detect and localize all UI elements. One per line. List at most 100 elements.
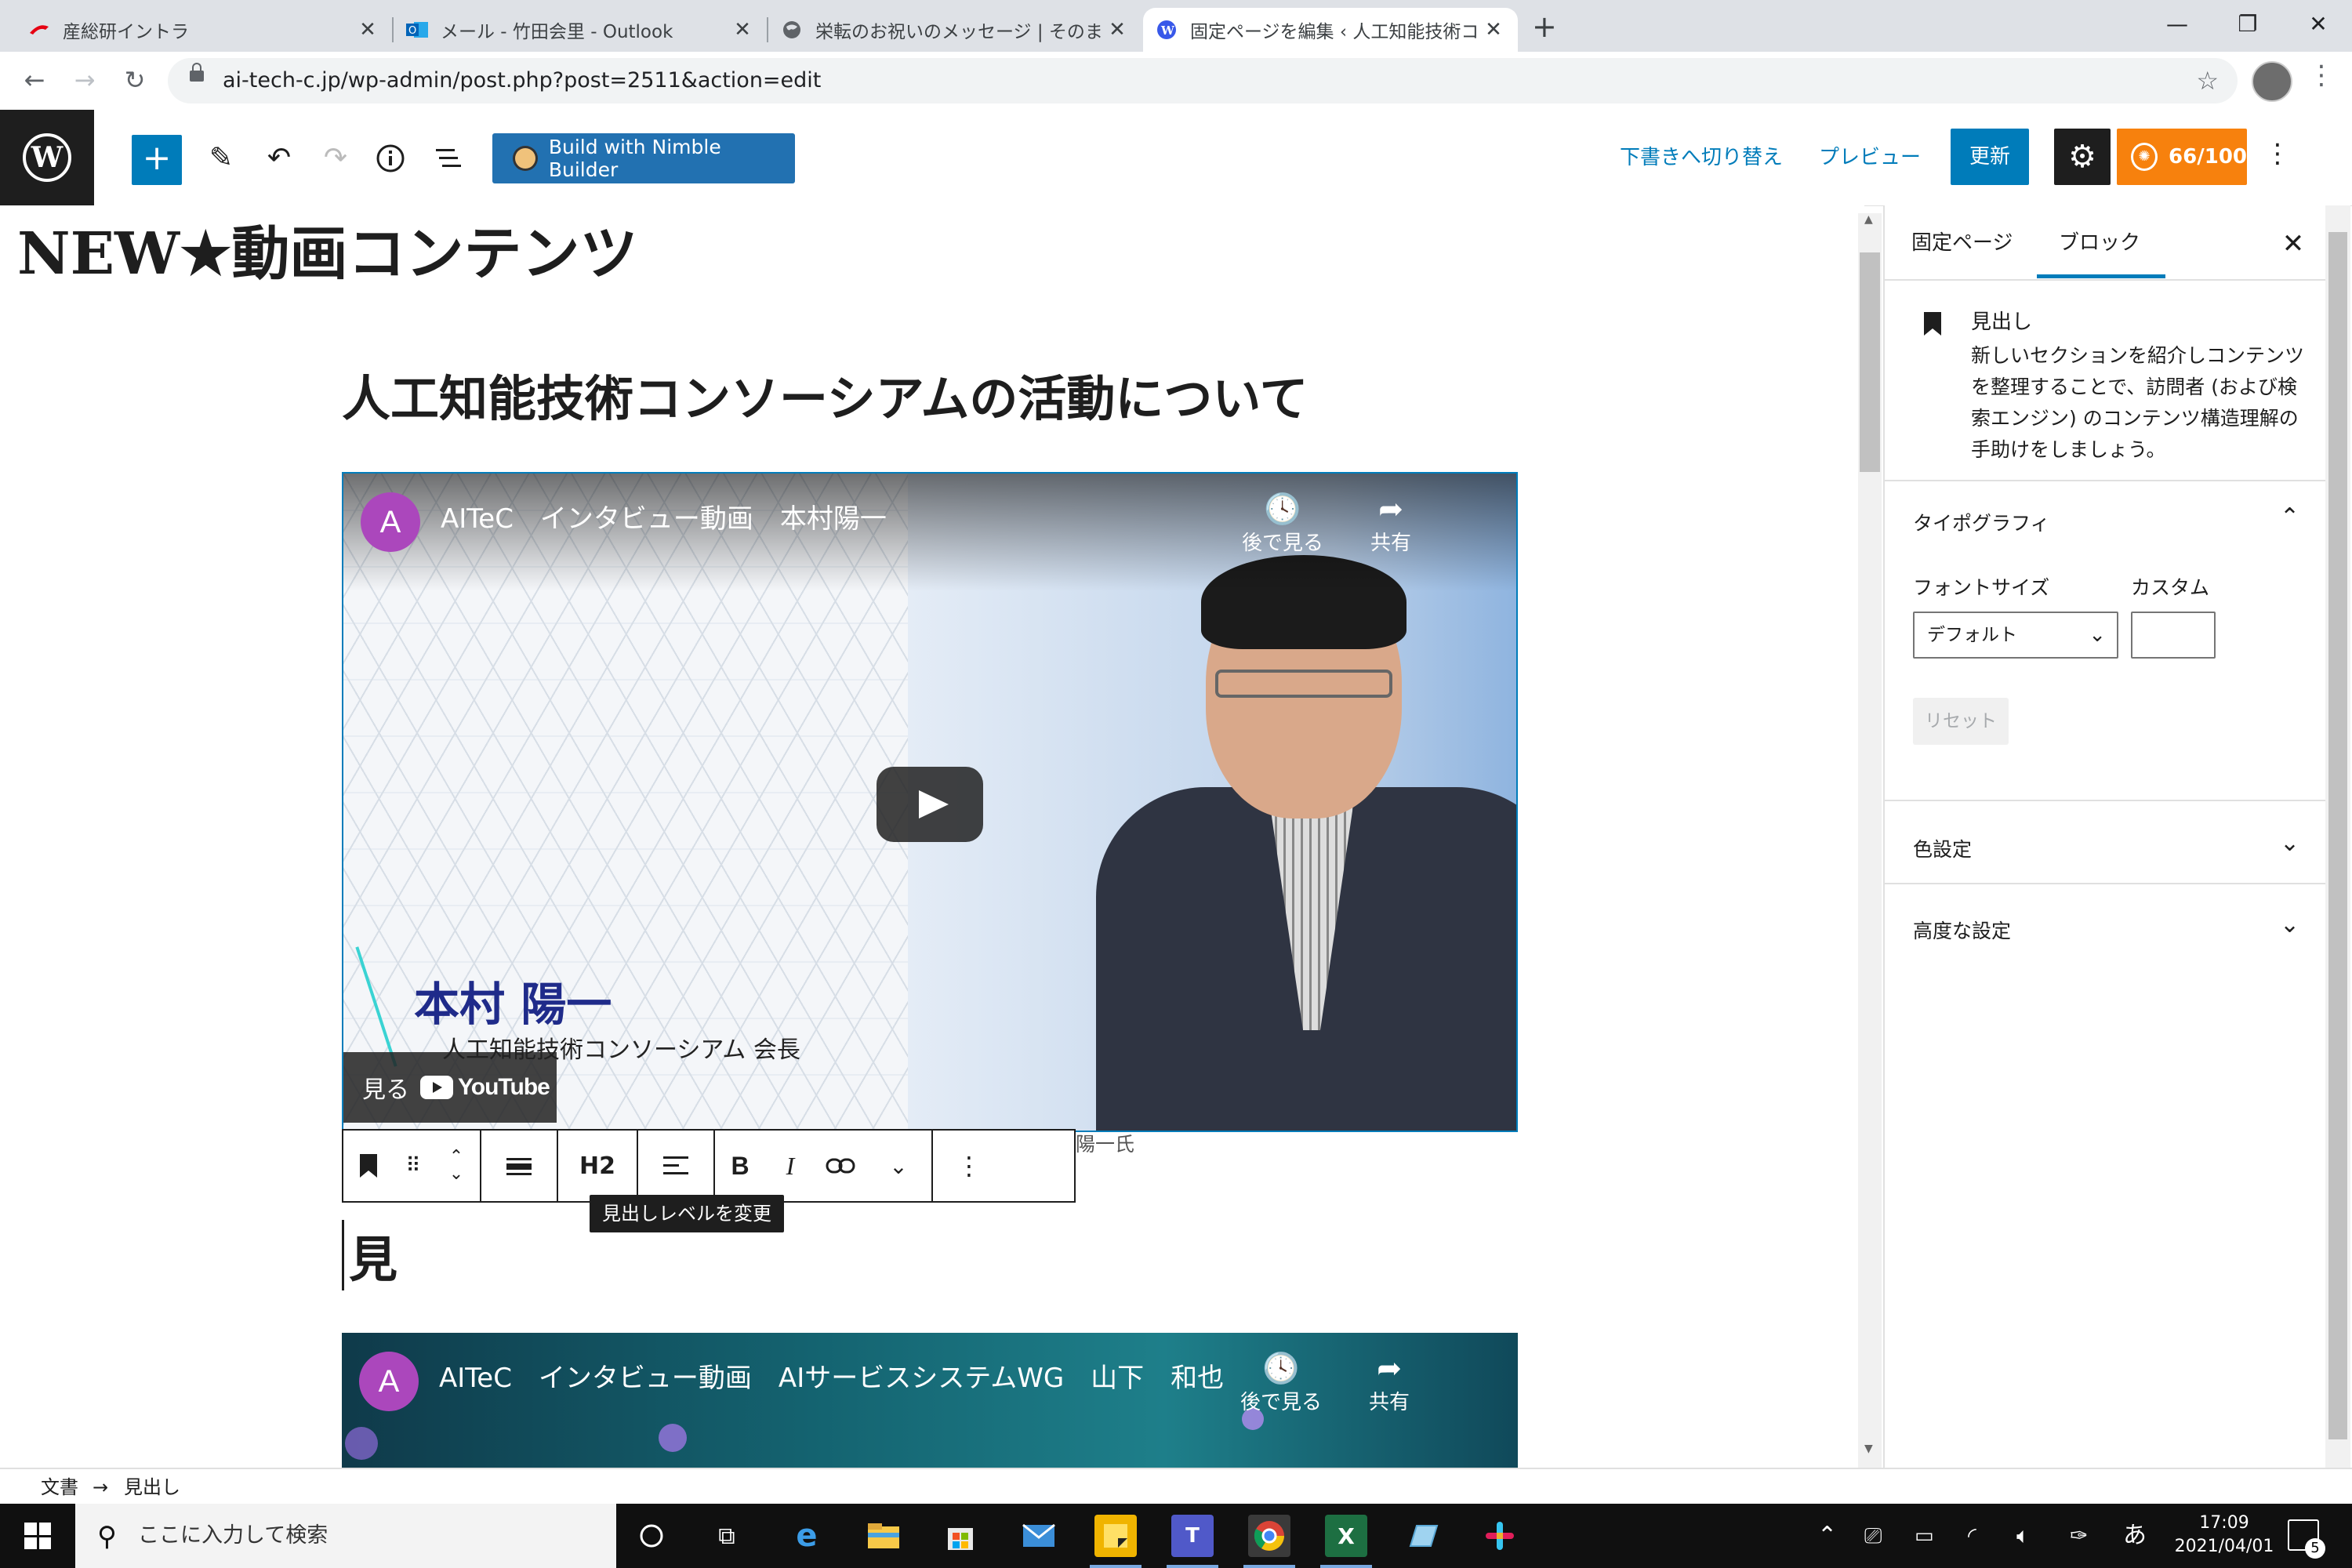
breadcrumb-heading[interactable]: 見出し	[124, 1469, 180, 1505]
youtube-embed-2[interactable]: A AITeC インタビュー動画 AIサービスシステムWG 山下 和也 🕓 後で…	[342, 1333, 1518, 1468]
tab-page[interactable]: 固定ページ	[1911, 205, 2013, 281]
url-text[interactable]: ai-tech-c.jp/wp-admin/post.php?post=2511…	[223, 58, 821, 103]
block-options-icon[interactable]: ⋮	[933, 1131, 1005, 1201]
close-sidebar-icon[interactable]: ✕	[2274, 224, 2313, 263]
bold-button[interactable]: B	[715, 1131, 765, 1201]
tray-overflow-icon[interactable]: ⌃	[1817, 1504, 1837, 1568]
address-bar[interactable]: ai-tech-c.jp/wp-admin/post.php?post=2511…	[168, 58, 2238, 103]
close-window-icon[interactable]: ✕	[2283, 5, 2352, 44]
channel-avatar[interactable]: A	[359, 1352, 419, 1411]
advanced-settings-toggle[interactable]: 高度な設定	[1913, 916, 2011, 944]
reload-icon[interactable]: ↻	[118, 63, 152, 97]
excel-icon[interactable]: X	[1320, 1515, 1372, 1568]
watch-later-button[interactable]: 🕓 後で見る	[1236, 491, 1330, 556]
italic-button[interactable]: I	[765, 1131, 815, 1201]
sticky-notes-icon[interactable]	[1090, 1515, 1142, 1568]
custom-size-input[interactable]	[2131, 612, 2216, 659]
profile-avatar[interactable]	[2252, 61, 2292, 102]
back-icon[interactable]: ←	[17, 63, 52, 97]
forward-icon[interactable]: →	[67, 63, 102, 97]
browser-tab-message[interactable]: 栄転のお祝いのメッセージ | そのまま ✕	[768, 8, 1142, 52]
heading-block-icon[interactable]	[343, 1131, 394, 1201]
chevron-down-icon[interactable]: ⌄	[2280, 911, 2299, 938]
wifi-icon[interactable]: ◜	[1968, 1504, 1976, 1568]
volume-icon[interactable]: 🔈︎	[2016, 1504, 2030, 1568]
windows-start-icon[interactable]	[0, 1504, 75, 1568]
breadcrumb-document[interactable]: 文書	[41, 1469, 78, 1505]
browser-tab-outlook[interactable]: O メール - 竹田会里 - Outlook ✕	[394, 8, 767, 52]
preview-link[interactable]: プレビュー	[1819, 138, 1921, 177]
wordpress-logo-icon[interactable]: W	[0, 110, 94, 205]
share-button[interactable]: ➦ 共有	[1352, 1350, 1427, 1415]
new-tab-button[interactable]: +	[1532, 8, 1557, 45]
embed-caption[interactable]: 陽一氏	[1076, 1129, 1134, 1157]
share-button[interactable]: ➦ 共有	[1353, 491, 1428, 556]
chrome-icon[interactable]	[1243, 1515, 1295, 1568]
switch-to-draft-link[interactable]: 下書きへ切り替え	[1620, 138, 1783, 177]
tab-block[interactable]: ブロック	[2059, 205, 2140, 281]
typography-panel-toggle[interactable]: タイポグラフィ	[1913, 508, 2050, 536]
mail-icon[interactable]	[1018, 1515, 1060, 1557]
drag-handle-icon[interactable]: ⠿	[394, 1131, 433, 1201]
store-icon[interactable]	[939, 1515, 982, 1557]
more-formats-chevron-icon[interactable]: ⌄	[866, 1131, 931, 1201]
minimize-icon[interactable]: —	[2142, 5, 2212, 44]
app-icon[interactable]	[1402, 1515, 1444, 1557]
reset-button[interactable]: リセット	[1913, 698, 2009, 745]
battery-icon[interactable]: ▭	[1915, 1504, 1934, 1568]
chrome-menu-icon[interactable]: ⋮	[2308, 60, 2335, 91]
taskbar-search-input[interactable]: ⚲ ここに入力して検索	[75, 1504, 616, 1568]
browser-tab-aist[interactable]: 産総研イントラ ✕	[16, 8, 392, 52]
teams-icon[interactable]: T	[1167, 1515, 1218, 1568]
edit-pencil-icon[interactable]: ✎	[198, 135, 245, 182]
canvas-scrollbar[interactable]: ▲ ▼	[1858, 213, 1882, 1468]
tray-display-icon[interactable]: ⎚	[1864, 1504, 1882, 1568]
heading-level-button[interactable]: H2	[558, 1131, 637, 1201]
heading-typing-block[interactable]: 見	[342, 1220, 397, 1290]
task-view-icon[interactable]: ⧉	[706, 1515, 748, 1557]
scroll-down-arrow-icon[interactable]: ▼	[1864, 1443, 1873, 1455]
browser-tab-wp-edit[interactable]: W 固定ページを編集 ‹ 人工知能技術コ ✕	[1143, 8, 1518, 52]
play-button[interactable]	[877, 767, 983, 842]
post-title[interactable]: NEW★動画コンテンツ	[17, 207, 638, 291]
text-align-icon[interactable]	[638, 1131, 713, 1201]
redo-icon[interactable]: ↷	[312, 135, 359, 182]
font-size-select[interactable]: デフォルト ⌄	[1913, 612, 2118, 659]
pen-icon[interactable]: ✑	[2070, 1504, 2088, 1568]
cortana-icon[interactable]	[630, 1515, 673, 1557]
video-title[interactable]: AITeC インタビュー動画 本村陽一	[441, 497, 887, 535]
settings-gear-icon[interactable]: ⚙	[2054, 129, 2111, 185]
taskbar-clock[interactable]: 17:09 2021/04/01	[2173, 1512, 2275, 1559]
notification-center-icon[interactable]: 5	[2288, 1519, 2325, 1559]
link-icon[interactable]	[815, 1131, 866, 1201]
close-tab-icon[interactable]: ✕	[1482, 18, 1505, 42]
watch-later-button[interactable]: 🕓 後で見る	[1234, 1350, 1328, 1415]
list-view-icon[interactable]	[425, 135, 472, 182]
edge-icon[interactable]: e	[786, 1515, 828, 1557]
file-explorer-icon[interactable]	[862, 1515, 905, 1557]
youtube-embed-1[interactable]: A AITeC インタビュー動画 本村陽一 🕓 後で見る ➦ 共有 本村 陽一 …	[342, 472, 1518, 1132]
info-icon[interactable]	[367, 135, 414, 182]
restore-icon[interactable]: ❐	[2212, 5, 2283, 44]
scrollbar-thumb[interactable]	[2328, 232, 2347, 1439]
watch-on-youtube-button[interactable]: 見る YouTube	[343, 1052, 557, 1123]
close-tab-icon[interactable]: ✕	[356, 18, 379, 42]
update-button[interactable]: 更新	[1951, 129, 2029, 185]
bookmark-star-icon[interactable]: ☆	[2196, 58, 2219, 103]
heading-block[interactable]: 人工知能技術コンソーシアムの活動について	[342, 359, 1308, 430]
undo-icon[interactable]: ↶	[256, 135, 303, 182]
align-wide-icon[interactable]	[481, 1131, 557, 1201]
color-settings-toggle[interactable]: 色設定	[1913, 834, 1972, 862]
move-up-down-icon[interactable]: ⌃ ⌄	[433, 1131, 480, 1201]
scroll-up-arrow-icon[interactable]: ▲	[1864, 213, 1873, 226]
chevron-down-icon[interactable]: ⌄	[2280, 829, 2299, 857]
close-tab-icon[interactable]: ✕	[731, 18, 754, 42]
video-title[interactable]: AITeC インタビュー動画 AIサービスシステムWG 山下 和也	[439, 1356, 1224, 1395]
slack-icon[interactable]	[1479, 1515, 1521, 1557]
seo-score-button[interactable]: ✺ 66/100	[2117, 129, 2247, 185]
close-tab-icon[interactable]: ✕	[1105, 18, 1129, 42]
chevron-up-icon[interactable]: ⌃	[2280, 503, 2299, 531]
add-block-button[interactable]: +	[132, 135, 182, 185]
sidebar-scrollbar[interactable]	[2325, 205, 2350, 1468]
scrollbar-thumb[interactable]	[1860, 252, 1880, 472]
